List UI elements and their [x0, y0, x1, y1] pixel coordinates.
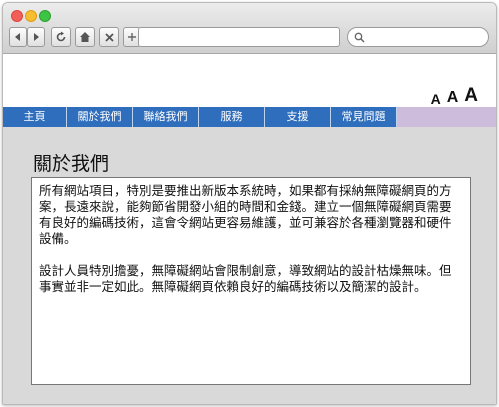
nav-item-services[interactable]: 服務 [199, 107, 265, 127]
font-size-medium-button[interactable]: A [447, 89, 459, 107]
browser-window: A A A 主頁 關於我們 聯絡我們 服務 支援 常見問題 關於我們 所有網站項… [2, 2, 497, 405]
paragraph: 所有網站項目，特別是要推出新版本系統時，如果都有採納無障礙網頁的方案，長遠來說，… [39, 183, 452, 246]
new-tab-button[interactable] [123, 27, 139, 47]
reload-button[interactable] [51, 27, 71, 47]
stop-button[interactable] [99, 27, 119, 47]
page-title: 關於我們 [33, 153, 110, 175]
address-bar[interactable] [138, 27, 340, 47]
plus-icon [127, 33, 136, 41]
close-icon [104, 32, 114, 42]
minimize-window-icon[interactable] [25, 10, 37, 22]
font-size-controls: A A A [431, 85, 478, 107]
back-arrow-icon [15, 33, 20, 41]
nav-item-contact[interactable]: 聯絡我們 [133, 107, 199, 127]
maximize-window-icon[interactable] [39, 10, 51, 22]
forward-arrow-icon [34, 33, 39, 41]
close-window-icon[interactable] [11, 10, 23, 22]
paragraph: 設計人員特別擔憂，無障礙網站會限制創意，導致網站的設計枯燥無味。但事實並非一定如… [39, 263, 452, 294]
nav-item-support[interactable]: 支援 [265, 107, 331, 127]
search-input[interactable] [368, 30, 480, 44]
search-icon [354, 32, 365, 43]
content-text-box: 所有網站項目，特別是要推出新版本系統時，如果都有採納無障礙網頁的方案，長遠來說，… [31, 177, 471, 385]
reload-icon [56, 31, 66, 42]
nav-item-faq[interactable]: 常見問題 [331, 107, 397, 127]
home-icon [80, 32, 90, 42]
forward-button[interactable] [27, 27, 45, 47]
nav-item-about[interactable]: 關於我們 [67, 107, 133, 127]
home-button[interactable] [75, 27, 95, 47]
browser-toolbar [3, 3, 496, 54]
back-button[interactable] [9, 27, 27, 47]
font-size-large-button[interactable]: A [464, 85, 478, 107]
content-area: 關於我們 所有網站項目，特別是要推出新版本系統時，如果都有採納無障礙網頁的方案，… [3, 127, 496, 404]
main-nav: 主頁 關於我們 聯絡我們 服務 支援 常見問題 [3, 107, 496, 127]
nav-item-home[interactable]: 主頁 [3, 107, 67, 127]
search-field[interactable] [347, 27, 489, 47]
font-size-small-button[interactable]: A [431, 91, 441, 107]
